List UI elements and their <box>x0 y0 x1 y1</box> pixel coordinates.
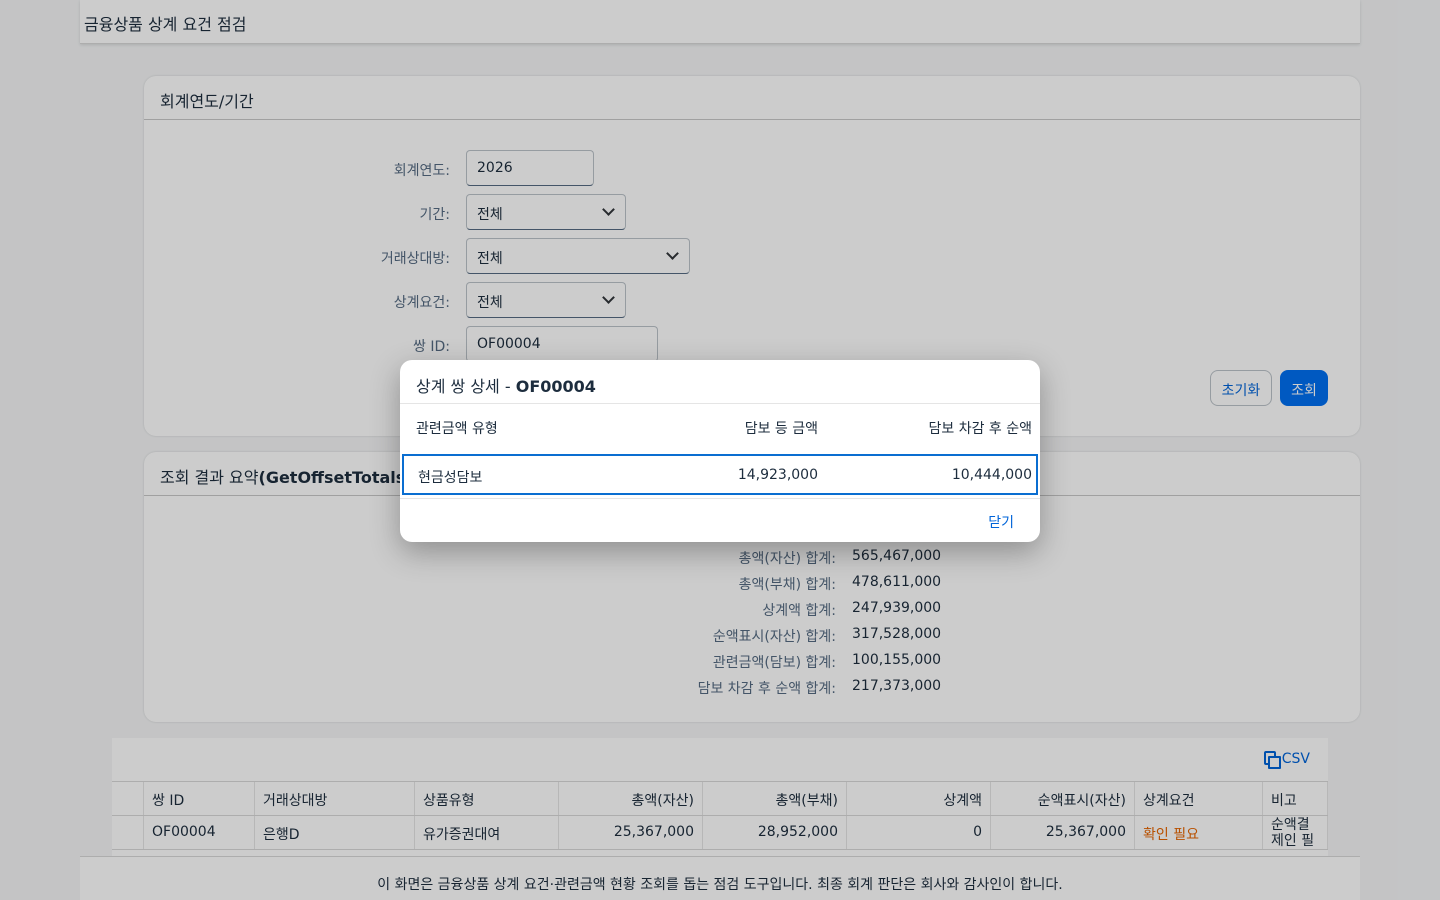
divider <box>400 403 1040 404</box>
divider <box>400 498 1040 499</box>
dialog-cell: 10,444,000 <box>951 467 1032 483</box>
dialog-column-header: 담보 등 금액 <box>744 421 818 437</box>
pair-detail-dialog: 상계 쌍 상세 - OF00004 관련금액 유형 담보 등 금액 담보 차감 … <box>400 360 1040 542</box>
dialog-title: 상계 쌍 상세 - OF00004 <box>416 373 596 397</box>
dialog-title-id: OF00004 <box>515 377 596 396</box>
dialog-cell: 14,923,000 <box>737 467 818 483</box>
dialog-title-prefix: 상계 쌍 상세 - <box>416 377 516 396</box>
dialog-cell: 현금성담보 <box>418 470 483 486</box>
close-button[interactable]: 닫기 <box>988 512 1014 532</box>
dialog-column-header: 담보 차감 후 순액 <box>928 421 1032 437</box>
dialog-column-header: 관련금액 유형 <box>416 421 498 437</box>
dialog-table-row[interactable]: 현금성담보 14,923,000 10,444,000 <box>402 454 1038 495</box>
